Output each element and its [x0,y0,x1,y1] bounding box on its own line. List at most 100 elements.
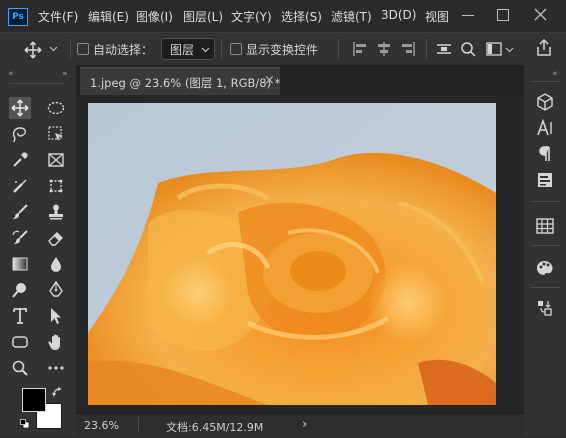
properties-panel-button[interactable] [534,169,556,191]
default-colors-icon[interactable] [20,419,30,429]
path-select-icon [51,308,61,324]
close-panel-icon[interactable]: » [62,69,68,79]
history-brush-icon [12,230,28,244]
align-center-icon[interactable] [376,41,392,57]
swatch-icon [537,261,553,275]
hand-tool[interactable] [45,331,67,353]
divider [426,39,427,59]
edit-toolbar-button[interactable] [45,357,67,379]
hand-icon [48,334,60,350]
minimize-button[interactable] [462,15,474,16]
align-right-icon[interactable] [400,41,416,57]
divider [70,39,71,59]
brush-icon [13,204,28,219]
menu-edit[interactable]: 编辑(E) [88,8,129,25]
menu-3d[interactable]: 3D(D) [381,8,416,22]
blur-icon [51,257,61,272]
menu-bar: Ps 文件(F) 编辑(E) 图像(I) 图层(L) 文字(Y) 选择(S) 滤… [0,0,566,32]
move-icon [24,41,42,59]
dodge-tool[interactable] [9,279,31,301]
swatches-panel-button[interactable] [534,257,556,279]
show-transform-label: 显示变换控件 [246,43,319,57]
history-brush-tool[interactable] [9,227,31,249]
foreground-color-swatch[interactable] [22,388,46,412]
character-icon [537,119,552,136]
auto-select-checkbox[interactable] [77,43,89,55]
options-bar: 自动选择： 图层 显示变换控件 [0,32,566,66]
close-window-icon[interactable] [534,8,547,21]
eyedropper-icon [13,152,28,167]
gradient-tool[interactable] [9,253,31,275]
photoshop-logo[interactable]: Ps [8,8,28,26]
frame-tool[interactable] [45,149,67,171]
crop-tool[interactable] [45,175,67,197]
zoom-level[interactable]: 23.6% [84,419,119,432]
lasso-tool[interactable] [9,123,31,145]
spot-heal-icon [13,179,27,193]
table-panel-button[interactable] [534,215,556,237]
show-transform-checkbox[interactable] [230,43,242,55]
type-icon [13,308,27,324]
swap-colors-icon[interactable] [52,387,63,398]
move-icon [11,99,29,117]
tool-preset-picker[interactable] [22,39,62,59]
auto-select-label: 自动选择： [93,43,154,57]
share-icon[interactable] [536,39,552,57]
menu-view[interactable]: 视图 [425,8,449,25]
canvas-area[interactable] [76,95,524,413]
status-bar: 23.6% 文档:6.45M/12.9M › [76,413,524,438]
menu-file[interactable]: 文件(F) [38,8,78,25]
type-tool[interactable] [9,305,31,327]
3d-panel-button[interactable] [534,91,556,113]
move-tool[interactable] [9,97,31,119]
paragraph-panel-button[interactable] [534,143,556,165]
collapse-icon[interactable]: « [8,69,14,79]
properties-icon [538,173,552,187]
rose-image [88,103,496,405]
pen-icon [49,281,63,297]
menu-select[interactable]: 选择(S) [281,8,322,25]
menu-layer[interactable]: 图层(L) [183,8,223,25]
document-tab[interactable]: 1.jpeg @ 23.6% (图层 1, RGB/8) * × [80,67,281,96]
auto-select-value: 图层 [170,43,195,57]
spot-heal-tool[interactable] [9,175,31,197]
history-panel-button[interactable] [534,297,556,319]
eraser-icon [48,232,63,246]
divider [530,201,560,202]
stamp-tool[interactable] [45,201,67,223]
pen-tool[interactable] [45,279,67,301]
menu-filter[interactable]: 滤镜(T) [331,8,372,25]
distribute-icon[interactable] [436,41,452,57]
divider [221,39,222,59]
character-panel-button[interactable] [534,117,556,139]
zoom-tool[interactable] [9,357,31,379]
eyedropper-tool[interactable] [9,149,31,171]
shape-tool[interactable] [9,331,31,353]
document-tab-title: 1.jpeg @ 23.6% (图层 1, RGB/8) * [90,76,281,90]
blur-tool[interactable] [45,253,67,275]
object-select-tool[interactable] [45,123,67,145]
divider [530,81,560,82]
maximize-button[interactable] [497,9,509,21]
workspace-switcher[interactable] [486,39,516,59]
status-menu-arrow[interactable]: › [302,417,307,432]
history-icon [538,301,552,316]
menu-image[interactable]: 图像(I) [136,8,173,25]
menu-type[interactable]: 文字(Y) [231,8,272,25]
chevron-down-icon [505,47,514,53]
align-left-icon[interactable] [352,41,368,57]
paragraph-icon [539,146,550,161]
divider [530,245,560,246]
canvas-image[interactable] [88,103,496,405]
eraser-tool[interactable] [45,227,67,249]
auto-select-dropdown[interactable]: 图层 [161,38,215,60]
brush-tool[interactable] [9,201,31,223]
search-icon[interactable] [460,41,476,57]
close-tab-icon[interactable]: × [264,73,275,88]
divider [338,39,339,59]
marquee-tool[interactable] [45,97,67,119]
path-select-tool[interactable] [45,305,67,327]
zoom-icon [12,360,28,376]
table-icon [536,218,554,234]
expand-panels-icon[interactable]: « [552,69,558,79]
